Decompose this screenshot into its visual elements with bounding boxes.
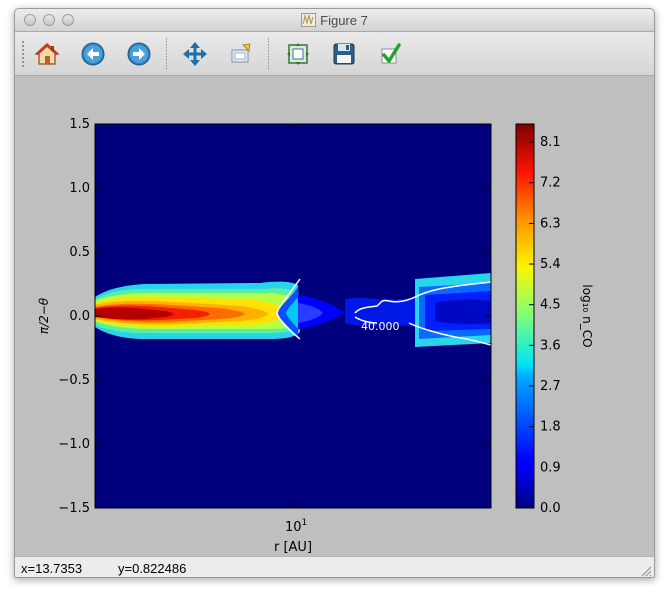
back-button[interactable] bbox=[78, 39, 108, 69]
toolbar-separator bbox=[166, 38, 167, 70]
pan-button[interactable] bbox=[180, 39, 210, 69]
edit-parameters-button[interactable] bbox=[375, 39, 405, 69]
floppy-disk-icon bbox=[333, 43, 355, 65]
colorbar-tick-label: 4.5 bbox=[540, 298, 561, 313]
y-tick-label: −0.5 bbox=[58, 373, 90, 388]
figure-canvas[interactable]: 40.000 1.5 1.0 0.5 0.0 −0.5 −1.0 −1.5 101 r [A… bbox=[15, 77, 654, 555]
home-icon bbox=[34, 43, 60, 65]
cursor-x-readout: x=13.7353 bbox=[21, 561, 83, 576]
colorbar-tick-label: 8.1 bbox=[540, 135, 561, 150]
colorbar-tick-label: 5.4 bbox=[540, 257, 561, 272]
colorbar-label: log₁₀ n_CO bbox=[580, 284, 594, 347]
colorbar-tick-label: 7.2 bbox=[540, 176, 561, 191]
x-axis-label: r [AU] bbox=[274, 540, 312, 554]
y-tick-label: −1.0 bbox=[58, 437, 90, 452]
y-axis-label: π/2−θ bbox=[37, 297, 51, 334]
figure-window: Figure 7 40.000 1.5 1.0 0.5 0.0 −0.5 −1.… bbox=[14, 8, 655, 578]
colorbar-tick-label: 0.9 bbox=[540, 460, 561, 475]
plot-figure: 40.000 1.5 1.0 0.5 0.0 −0.5 −1.0 −1.5 101 r [A… bbox=[37, 117, 594, 555]
y-tick-label: −1.5 bbox=[58, 501, 90, 516]
y-tick-label: 1.5 bbox=[69, 117, 90, 132]
forward-button[interactable] bbox=[124, 39, 154, 69]
move-arrows-icon bbox=[183, 42, 207, 66]
colorbar-tick-label: 0.0 bbox=[540, 501, 561, 516]
title-bar: Figure 7 bbox=[15, 9, 654, 32]
figure-app-icon bbox=[301, 13, 317, 27]
subplots-config-button[interactable] bbox=[283, 39, 313, 69]
cursor-y-readout: y=0.822486 bbox=[118, 561, 187, 576]
save-button[interactable] bbox=[329, 39, 359, 69]
home-button[interactable] bbox=[32, 39, 62, 69]
toolbar-grip bbox=[21, 40, 25, 68]
forward-arrow-icon bbox=[127, 42, 151, 66]
status-bar: x=13.7353 y=0.822486 bbox=[15, 556, 654, 577]
colorbar-tick-label: 3.6 bbox=[540, 338, 561, 353]
toolbar-separator bbox=[268, 38, 269, 70]
navigation-toolbar bbox=[15, 32, 654, 76]
checkmark-icon bbox=[381, 43, 401, 64]
y-tick-label: 0.0 bbox=[69, 309, 90, 324]
colorbar-tick-label: 1.8 bbox=[540, 420, 561, 435]
contour-label: 40.000 bbox=[361, 320, 400, 333]
zoom-to-rect-button[interactable] bbox=[226, 39, 256, 69]
y-tick-label: 1.0 bbox=[69, 181, 90, 196]
x-tick-label: 101 bbox=[285, 518, 307, 535]
colorbar bbox=[515, 123, 535, 509]
back-arrow-icon bbox=[81, 42, 105, 66]
y-tick-label: 0.5 bbox=[69, 245, 90, 260]
subplots-config-icon bbox=[287, 43, 309, 65]
colorbar-tick-label: 6.3 bbox=[540, 216, 561, 231]
density-field bbox=[95, 273, 491, 347]
colorbar-tick-label: 2.7 bbox=[540, 379, 561, 394]
zoom-rect-icon bbox=[231, 43, 251, 63]
window-title-wrap: Figure 7 bbox=[15, 13, 654, 28]
resize-grip-icon[interactable] bbox=[640, 565, 652, 577]
window-title: Figure 7 bbox=[320, 13, 368, 28]
